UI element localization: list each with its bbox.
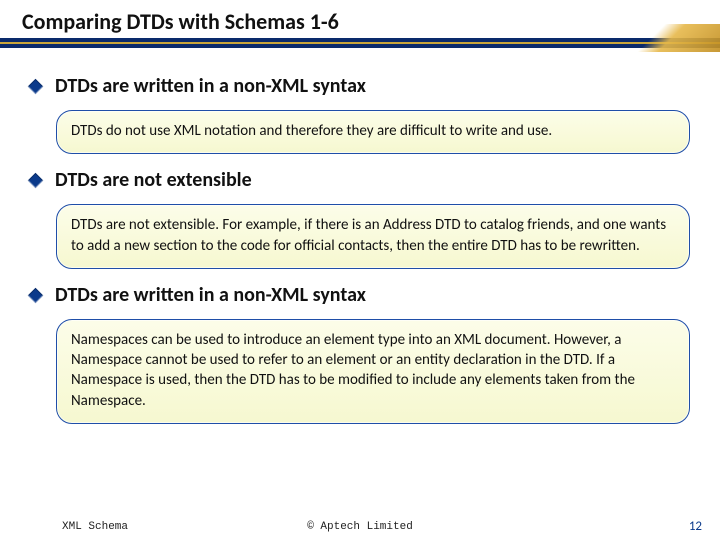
diamond-bullet-icon [28,173,44,189]
section-body-box: DTDs are not extensible. For example, if… [56,204,690,269]
diamond-bullet-icon [28,287,44,303]
section-body-text: DTDs are not extensible. For example, if… [71,216,666,254]
title-bar: Comparing DTDs with Schemas 1-6 [0,0,720,54]
section-body-box: DTDs do not use XML notation and therefo… [56,110,690,154]
section-heading-row: DTDs are written in a non-XML syntax [30,283,690,307]
section-body-text: DTDs do not use XML notation and therefo… [71,122,552,140]
section-1: DTDs are written in a non-XML syntax DTD… [30,74,690,154]
section-heading: DTDs are written in a non-XML syntax [55,74,366,98]
footer-center: © Aptech Limited [0,521,720,533]
section-heading: DTDs are not extensible [55,168,252,192]
diamond-bullet-icon [28,79,44,95]
footer: XML Schema © Aptech Limited 12 [0,519,720,534]
slide: Comparing DTDs with Schemas 1-6 DTDs are… [0,0,720,540]
content-area: DTDs are written in a non-XML syntax DTD… [0,54,720,424]
slide-title: Comparing DTDs with Schemas 1-6 [22,8,698,35]
section-heading-row: DTDs are written in a non-XML syntax [30,74,690,98]
section-2: DTDs are not extensible DTDs are not ext… [30,168,690,269]
section-body-text: Namespaces can be used to introduce an e… [71,331,635,410]
section-3: DTDs are written in a non-XML syntax Nam… [30,283,690,424]
title-underline [0,38,720,48]
section-body-box: Namespaces can be used to introduce an e… [56,319,690,424]
section-heading: DTDs are written in a non-XML syntax [55,283,366,307]
section-heading-row: DTDs are not extensible [30,168,690,192]
